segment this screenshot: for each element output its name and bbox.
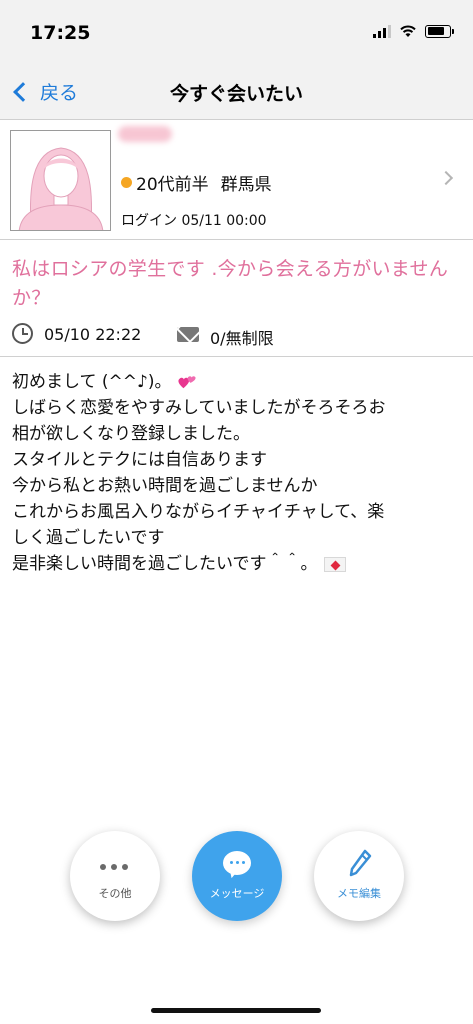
- body-line: しく過ごしたいです: [12, 528, 165, 548]
- status-icons: [373, 24, 454, 38]
- page-title: 今すぐ会いたい: [169, 83, 303, 105]
- love-letter-icon: [323, 556, 346, 572]
- post-date: 05/10 22:22: [44, 325, 142, 344]
- body-line: 初めまして (^^♪)。: [12, 369, 464, 395]
- navigation-bar: 戻る 今すぐ会いたい: [0, 66, 473, 120]
- signal-icon: [373, 24, 391, 38]
- memo-label: メモ編集: [337, 887, 381, 900]
- profile-row[interactable]: 20代前半 群馬県 ログイン 05/11 00:00: [0, 120, 473, 240]
- clock-icon: [12, 323, 33, 344]
- last-login: ログイン 05/11 00:00: [121, 213, 267, 229]
- body-line: しばらく恋愛をやすみしていましたがそろそろお: [12, 398, 386, 418]
- battery-icon: [425, 24, 454, 38]
- memo-edit-button[interactable]: メモ編集: [314, 831, 404, 921]
- reply-limit: 0/無制限: [210, 329, 274, 348]
- post-title: 私はロシアの学生です .今から会える方がいませんか？: [12, 258, 449, 309]
- blurred-username: [118, 126, 172, 142]
- wifi-icon: [400, 25, 416, 37]
- post-body: 初めまして (^^♪)。 しばらく恋愛をやすみしていましたがそろそろお 相が欲し…: [12, 369, 464, 577]
- body-line: 相が欲しくなり登録しました。: [12, 424, 250, 444]
- pencil-icon: [349, 849, 372, 877]
- body-line: 是非楽しい時間を過ごしたいです＾＾。: [12, 551, 464, 577]
- online-status-dot: [121, 177, 132, 188]
- body-line: これからお風呂入りながらイチャイチャして、楽: [12, 502, 385, 522]
- message-button[interactable]: メッセージ: [192, 831, 282, 921]
- more-dots-icon: [100, 864, 128, 870]
- status-time: 17:25: [30, 22, 91, 44]
- status-bar: 17:25: [0, 0, 473, 66]
- home-indicator[interactable]: [151, 1008, 321, 1013]
- mail-icon: [177, 327, 199, 342]
- profile-meta: 20代前半 群馬県: [121, 170, 272, 195]
- body-line: スタイルとテクには自信あります: [12, 450, 267, 470]
- avatar: [10, 130, 111, 231]
- avatar-silhouette-icon: [18, 147, 104, 230]
- two-hearts-icon: [178, 376, 196, 389]
- body-line: 今から私とお熱い時間を過ごしませんか: [12, 476, 318, 496]
- other-button[interactable]: その他: [70, 831, 160, 921]
- message-label: メッセージ: [209, 887, 265, 900]
- chevron-right-icon: [438, 170, 454, 186]
- profile-location: 群馬県: [220, 175, 272, 195]
- profile-age: 20代前半: [136, 175, 209, 195]
- post-meta-row: 05/10 22:22 0/無制限: [0, 311, 473, 357]
- other-label: その他: [98, 887, 132, 900]
- chat-bubble-icon: [223, 851, 251, 875]
